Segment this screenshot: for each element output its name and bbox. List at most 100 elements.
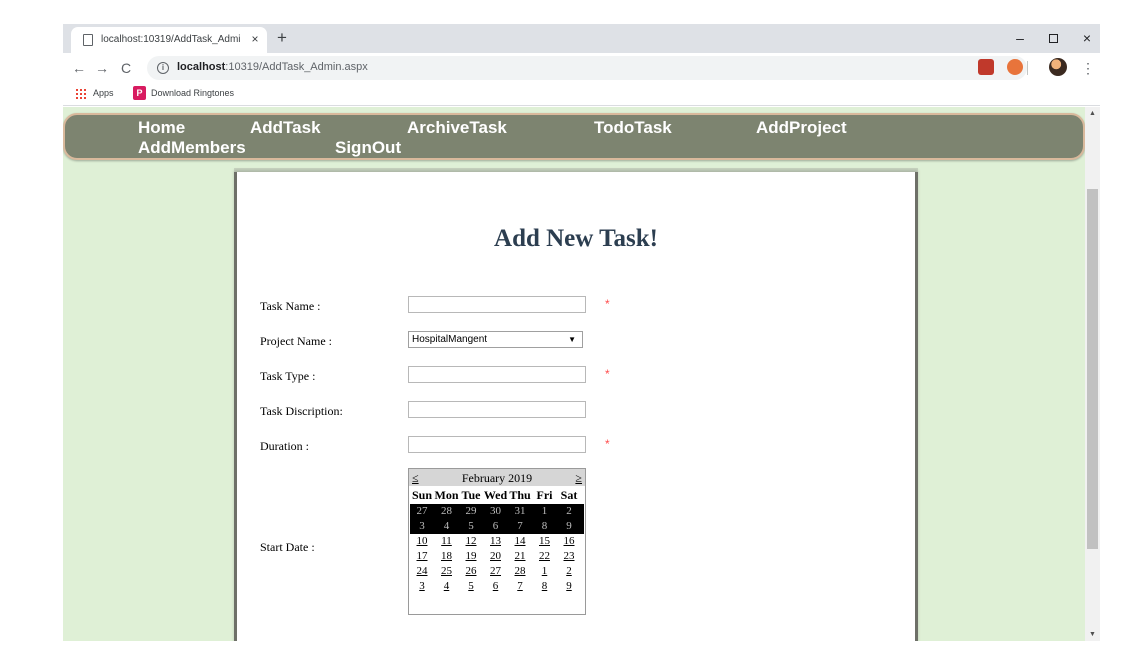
calendar-day-disabled: 4 — [443, 520, 450, 532]
content-panel: Add New Task! Task Name : * Project Name… — [234, 172, 918, 641]
calendar-weekday-header: Fri — [536, 488, 553, 502]
calendar-day-link[interactable]: 25 — [435, 564, 459, 579]
url-path: :10319/AddTask_Admin.aspx — [225, 61, 368, 73]
url-text: localhost:10319/AddTask_Admin.aspx — [177, 61, 368, 73]
page-icon — [83, 34, 93, 46]
close-window-button[interactable]: × — [1077, 28, 1097, 48]
calendar-day-link[interactable]: 9 — [557, 579, 581, 594]
calendar-day-disabled: 1 — [541, 505, 548, 517]
task-type-label: Task Type : — [260, 369, 316, 383]
calendar-day-link[interactable]: 15 — [533, 534, 557, 549]
calendar-day-link[interactable]: 22 — [533, 549, 557, 564]
menu-item-home[interactable]: Home — [138, 118, 185, 138]
bookmark-apps[interactable]: Apps — [93, 88, 114, 98]
calendar-day-link[interactable]: 4 — [435, 579, 459, 594]
calendar-weekday-header: Sun — [411, 488, 433, 502]
start-date-label: Start Date : — [260, 540, 315, 554]
calendar-day-link[interactable]: 23 — [557, 549, 581, 564]
calendar-day-link[interactable]: 10 — [410, 534, 434, 549]
calendar-day-link[interactable]: 27 — [484, 564, 508, 579]
start-date-calendar: February 2019 ≤ ≥ Sun Mon Tue Wed Thu Fri Sat 2… — [408, 468, 586, 615]
menu-item-archivetask[interactable]: ArchiveTask — [407, 118, 507, 138]
bookmarks-bar: Apps P Download Ringtones — [63, 83, 1100, 106]
new-tab-button[interactable]: + — [274, 29, 290, 46]
menu-item-addtask[interactable]: AddTask — [250, 118, 321, 138]
calendar-day-disabled: 30 — [490, 505, 501, 517]
browser-toolbar: ← → C i localhost:10319/AddTask_Admin.as… — [63, 53, 1100, 83]
project-name-label: Project Name : — [260, 334, 332, 348]
calendar-day-link[interactable]: 1 — [533, 564, 557, 579]
scrollbar-thumb[interactable] — [1087, 189, 1098, 549]
calendar-day-link[interactable]: 12 — [459, 534, 483, 549]
menu-item-addproject[interactable]: AddProject — [756, 118, 847, 138]
calendar-day-link[interactable]: 3 — [410, 579, 434, 594]
reload-icon[interactable]: C — [116, 58, 136, 78]
calendar-weekday-header: Wed — [483, 488, 508, 502]
task-name-required: * — [605, 297, 610, 311]
calendar-day-link[interactable]: 16 — [557, 534, 581, 549]
calendar-day-disabled: 28 — [441, 505, 452, 517]
calendar-day-link[interactable]: 18 — [435, 549, 459, 564]
calendar-day-link[interactable]: 13 — [484, 534, 508, 549]
apps-grid-icon[interactable] — [75, 88, 87, 100]
calendar-day-link[interactable]: 24 — [410, 564, 434, 579]
page-viewport: Home AddTask ArchiveTask TodoTask AddPro… — [63, 107, 1100, 641]
calendar-day-link[interactable]: 8 — [533, 579, 557, 594]
calendar-day-link[interactable]: 2 — [557, 564, 581, 579]
calendar-day-link[interactable]: 21 — [508, 549, 532, 564]
calendar-day-disabled: 3 — [419, 520, 425, 532]
task-type-input[interactable] — [408, 366, 586, 383]
task-name-input[interactable] — [408, 296, 586, 313]
duration-required: * — [605, 437, 610, 451]
scroll-down-arrow-icon[interactable]: ▼ — [1089, 631, 1096, 638]
info-icon[interactable]: i — [157, 62, 169, 74]
calendar-weekday-header: Tue — [461, 488, 481, 502]
task-description-label: Task Discription: — [260, 404, 343, 418]
minimize-button[interactable]: – — [1010, 28, 1030, 48]
profile-avatar[interactable] — [1049, 58, 1067, 76]
calendar-day-disabled: 9 — [566, 520, 572, 532]
calendar-next-month-link[interactable]: ≥ — [575, 471, 582, 486]
address-bar[interactable]: i localhost:10319/AddTask_Admin.aspx ☆ — [147, 56, 1027, 80]
duration-label: Duration : — [260, 439, 309, 453]
page-scrollbar[interactable]: ▲ ▼ — [1085, 107, 1100, 641]
pdf-extension-icon[interactable] — [978, 59, 994, 75]
calendar-day-link[interactable]: 19 — [459, 549, 483, 564]
back-arrow-icon[interactable]: ← — [69, 58, 89, 78]
url-host: localhost — [177, 61, 226, 73]
duration-input[interactable] — [408, 436, 586, 453]
calendar-day-disabled: 7 — [517, 520, 523, 532]
menu-item-addmembers[interactable]: AddMembers — [138, 138, 246, 158]
calendar-day-link[interactable]: 26 — [459, 564, 483, 579]
calendar-day-link[interactable]: 6 — [484, 579, 508, 594]
menu-item-todotask[interactable]: TodoTask — [594, 118, 672, 138]
bookmark-download-ringtones[interactable]: Download Ringtones — [151, 88, 234, 98]
calendar-weekday-header: Sat — [560, 488, 578, 502]
calendar-prev-month-link[interactable]: ≤ — [412, 471, 419, 486]
calendar-day-link[interactable]: 28 — [508, 564, 532, 579]
project-name-select[interactable]: HospitalMangent ▼ — [408, 331, 583, 348]
tab-close-icon[interactable]: × — [248, 32, 262, 46]
ringtone-site-icon[interactable]: P — [133, 86, 146, 100]
browser-menu-icon[interactable]: ⋮ — [1081, 58, 1095, 78]
calendar-day-link[interactable]: 20 — [484, 549, 508, 564]
task-description-input[interactable] — [408, 401, 586, 418]
calendar-day-disabled: 29 — [465, 505, 477, 517]
calendar-day-link[interactable]: 14 — [508, 534, 532, 549]
tab-strip: localhost:10319/AddTask_Admin × + – × — [63, 24, 1100, 53]
calendar-day-link[interactable]: 7 — [508, 579, 532, 594]
calendar-weekday-header: Thu — [509, 488, 531, 502]
maximize-icon — [1048, 34, 1058, 43]
browser-tab[interactable]: localhost:10319/AddTask_Admin × — [71, 27, 267, 53]
blocker-extension-icon[interactable] — [1007, 59, 1023, 75]
calendar-day-disabled: 27 — [416, 505, 428, 517]
maximize-button[interactable] — [1043, 28, 1063, 48]
dropdown-arrow-icon: ▼ — [568, 335, 576, 344]
calendar-day-link[interactable]: 5 — [459, 579, 483, 594]
forward-arrow-icon[interactable]: → — [92, 58, 112, 78]
calendar-day-link[interactable]: 11 — [435, 534, 459, 549]
scroll-up-arrow-icon[interactable]: ▲ — [1089, 110, 1096, 117]
page-title: Add New Task! — [494, 225, 658, 252]
menu-item-signout[interactable]: SignOut — [335, 138, 401, 158]
calendar-day-link[interactable]: 17 — [410, 549, 434, 564]
